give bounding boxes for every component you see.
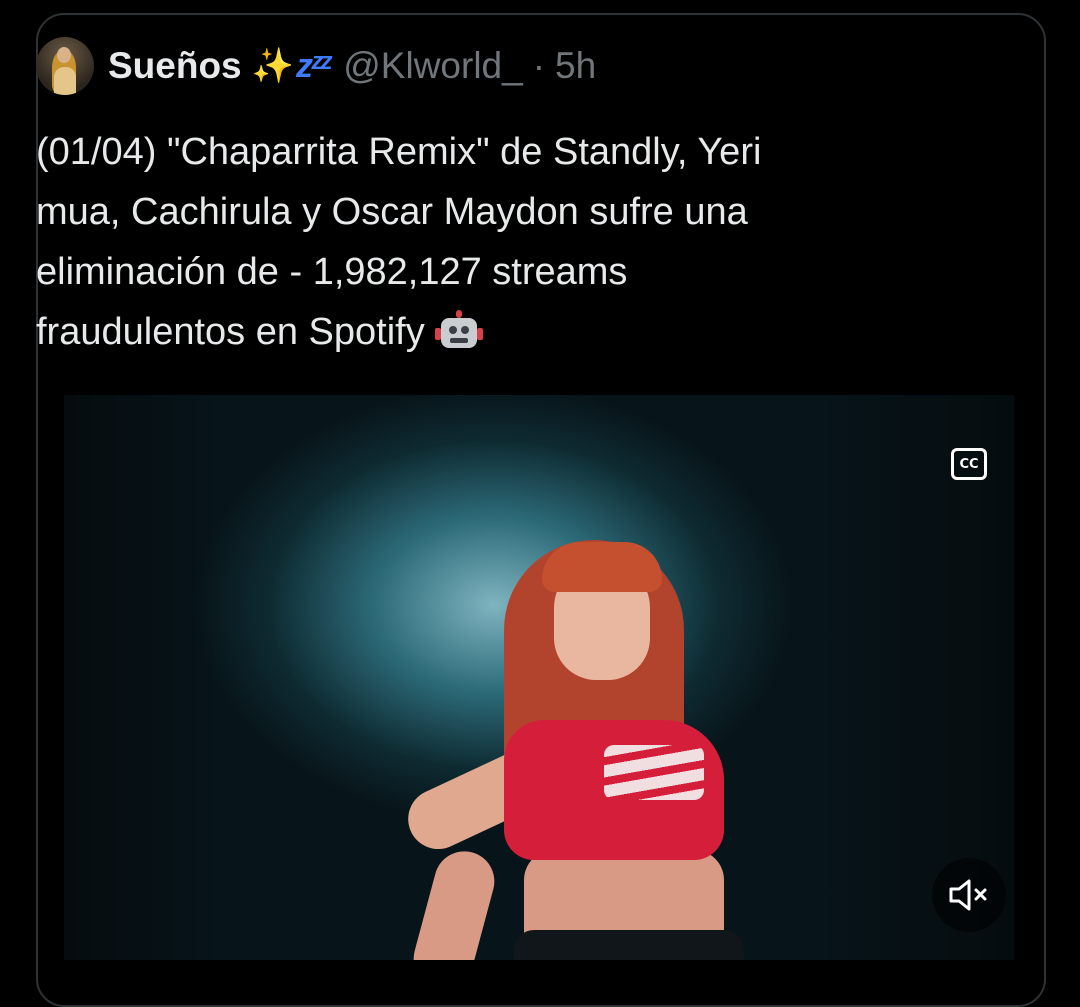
video-player[interactable]	[64, 395, 1014, 960]
tweet-text-line-content: fraudulentos en Spotify	[36, 311, 425, 353]
avatar[interactable]	[36, 37, 94, 95]
timestamp[interactable]: 5h	[555, 45, 596, 87]
user-handle[interactable]: @Klworld_	[343, 45, 522, 87]
display-name[interactable]: Sueños	[108, 45, 242, 87]
tweet-text-line: (01/04) "Chaparrita Remix" de Standly, Y…	[36, 131, 762, 173]
zzz-icon: zᶻᶻ	[295, 46, 331, 85]
tweet-text: (01/04) "Chaparrita Remix" de Standly, Y…	[36, 122, 976, 362]
video-frame-person	[364, 530, 784, 960]
sparkles-icon: ✨	[251, 47, 294, 85]
speaker-muted-icon	[949, 879, 987, 911]
cc-label: CC	[959, 456, 979, 472]
tweet-text-line: fraudulentos en Spotify	[36, 302, 976, 362]
tweet-text-line: mua, Cachirula y Oscar Maydon sufre una	[36, 191, 748, 233]
mute-button[interactable]	[932, 858, 1006, 932]
robot-icon	[434, 310, 483, 350]
closed-captions-icon[interactable]: CC	[951, 448, 987, 480]
separator-dot: ·	[532, 45, 546, 86]
tweet-header: Sueños ✨ zᶻᶻ @Klworld_ · 5h	[36, 36, 596, 96]
tweet-text-line: eliminación de - 1,982,127 streams	[36, 251, 628, 293]
